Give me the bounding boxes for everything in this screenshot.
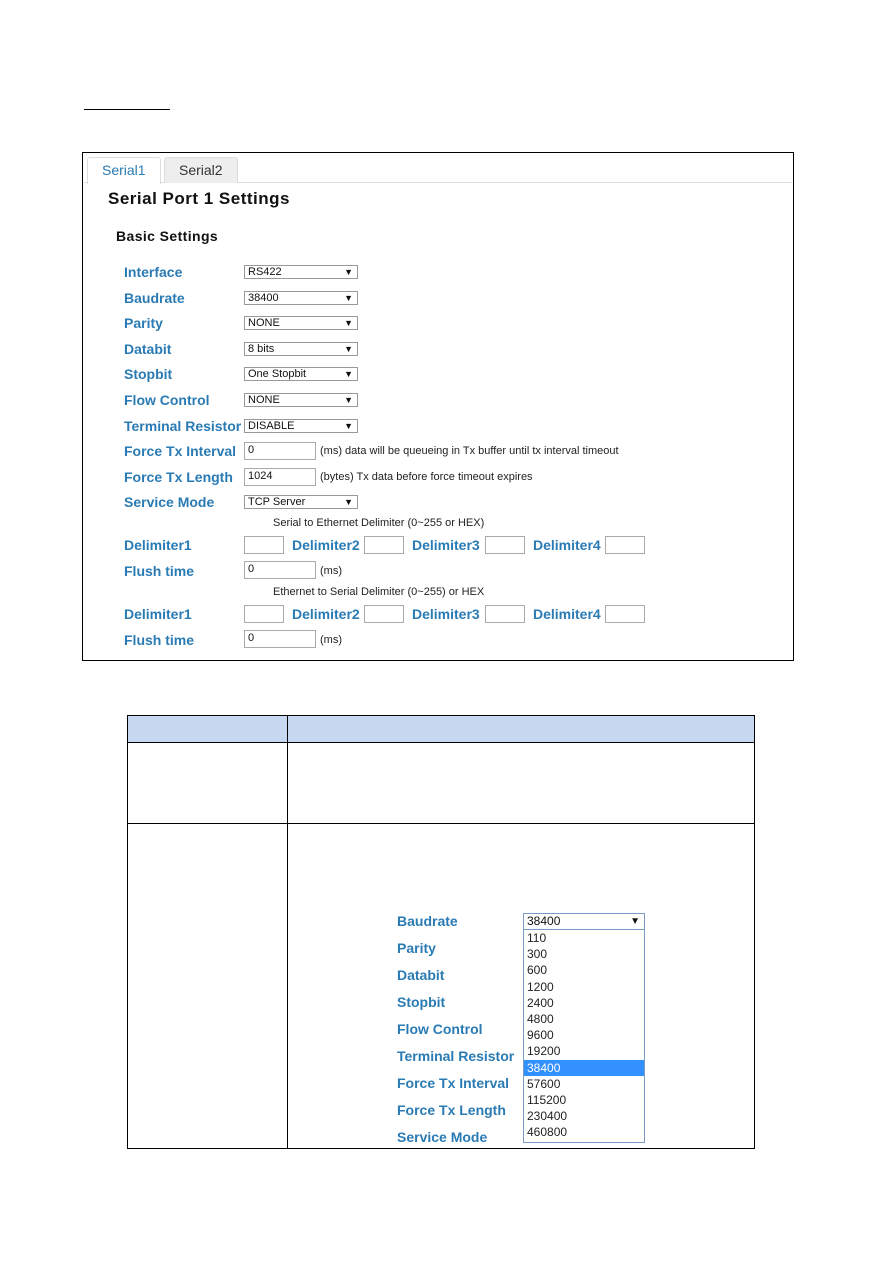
databit-select[interactable]: 8 bits ▼: [244, 341, 358, 356]
flush-time-input[interactable]: 0: [244, 561, 316, 579]
select-value: 38400: [248, 291, 279, 304]
field-label: Stopbit: [124, 366, 173, 383]
dropdown-option[interactable]: 110: [524, 930, 644, 946]
delimiter-label: Delimiter1: [124, 537, 192, 553]
interface-select[interactable]: RS422 ▼: [244, 265, 358, 279]
dropdown-option[interactable]: 115200: [524, 1092, 644, 1108]
delimiter-input[interactable]: [605, 536, 645, 554]
delimiter-input[interactable]: [244, 605, 284, 623]
header-cell: [127, 715, 288, 743]
page-title: Serial Port 1 Settings: [108, 189, 290, 208]
cell: [127, 823, 288, 1149]
baudrate-dropdown-list[interactable]: 110 300 600 1200 2400 4800 9600 19200 38400 57600…: [523, 929, 645, 1143]
field-label: Force Tx Length: [124, 468, 233, 485]
cell: [287, 742, 755, 824]
inset-label: Flow Control: [397, 1021, 483, 1037]
delimiter-input[interactable]: [244, 536, 284, 554]
dropdown-option[interactable]: 460800: [524, 1124, 644, 1140]
inset-label: Force Tx Length: [397, 1102, 506, 1118]
flush-time-label: Flush time: [124, 563, 195, 579]
force-tx-length-input[interactable]: 1024: [244, 467, 316, 486]
header-cell: [287, 715, 755, 743]
select-value: 38400: [527, 914, 561, 928]
parity-select[interactable]: NONE ▼: [244, 316, 358, 331]
flush-time-input[interactable]: 0: [244, 630, 316, 648]
chevron-down-icon: ▼: [344, 497, 353, 508]
field-label: Flow Control: [124, 392, 210, 408]
baudrate-select[interactable]: 38400 ▼: [244, 290, 358, 305]
delimiter-label: Delimiter2: [292, 537, 360, 553]
delimiter-input[interactable]: [364, 605, 404, 623]
select-value: NONE: [248, 317, 280, 330]
dropdown-option[interactable]: 1200: [524, 979, 644, 995]
select-value: DISABLE: [248, 419, 295, 432]
field-label: Parity: [124, 315, 163, 332]
field-label: Force Tx Interval: [124, 443, 237, 460]
inset-label: Stopbit: [397, 994, 446, 1010]
inset-label: Baudrate: [397, 913, 458, 929]
field-label: Interface: [124, 264, 183, 280]
dropdown-option[interactable]: 2400: [524, 995, 644, 1011]
field-note: (bytes) Tx data before force timeout exp…: [320, 470, 533, 483]
heading-underline: [84, 109, 170, 110]
delimiter-label: Delimiter1: [124, 606, 192, 622]
delimiter-label: Delimiter4: [533, 537, 601, 553]
select-value: NONE: [248, 394, 280, 406]
chevron-down-icon: ▼: [344, 292, 353, 303]
select-value: TCP Server: [248, 496, 306, 509]
flow-control-select[interactable]: NONE ▼: [244, 393, 358, 407]
chevron-down-icon: ▼: [344, 420, 353, 431]
dropdown-option[interactable]: 230400: [524, 1108, 644, 1124]
chevron-down-icon: ▼: [630, 916, 640, 927]
delimiter-input[interactable]: [605, 605, 645, 623]
inset-label: Databit: [397, 967, 445, 983]
select-value: RS422: [248, 266, 282, 278]
inset-baudrate-select[interactable]: 38400 ▼: [523, 913, 645, 930]
stopbit-select[interactable]: One Stopbit ▼: [244, 367, 358, 382]
dropdown-option[interactable]: 57600: [524, 1076, 644, 1092]
flush-time-unit: (ms): [320, 634, 342, 646]
inset-label: Force Tx Interval: [397, 1075, 510, 1091]
delimiter-input[interactable]: [485, 605, 525, 623]
inset-label: Terminal Resistor: [397, 1048, 515, 1064]
delimiter-heading: Ethernet to Serial Delimiter (0~255) or …: [273, 586, 485, 598]
chevron-down-icon: ▼: [344, 318, 353, 329]
delimiter-label: Delimiter3: [412, 606, 480, 622]
inset-label: Parity: [397, 940, 436, 956]
delimiter-heading: Serial to Ethernet Delimiter (0~255 or H…: [273, 517, 485, 529]
service-mode-select[interactable]: TCP Server ▼: [244, 495, 358, 510]
tab-serial1[interactable]: Serial1: [87, 157, 161, 184]
inset-label: Service Mode: [397, 1129, 488, 1145]
chevron-down-icon: ▼: [344, 267, 353, 277]
dropdown-option[interactable]: 38400: [524, 1059, 644, 1076]
cell: [287, 823, 755, 1149]
delimiter-label: Delimiter3: [412, 537, 480, 553]
force-tx-interval-input[interactable]: 0: [244, 442, 316, 461]
select-value: One Stopbit: [248, 368, 307, 381]
flush-time-label: Flush time: [124, 632, 195, 648]
field-label: Service Mode: [124, 494, 215, 511]
chevron-down-icon: ▼: [344, 395, 353, 405]
field-label: Terminal Resistor: [124, 417, 242, 434]
chevron-down-icon: ▼: [344, 343, 353, 354]
dropdown-option[interactable]: 19200: [524, 1043, 644, 1059]
tab-serial2[interactable]: Serial2: [164, 157, 238, 183]
dropdown-option[interactable]: 300: [524, 946, 644, 962]
section-title: Basic Settings: [116, 228, 219, 244]
delimiter-input[interactable]: [364, 536, 404, 554]
delimiter-label: Delimiter4: [533, 606, 601, 622]
field-note: (ms) data will be queueing in Tx buffer …: [320, 445, 619, 458]
select-value: 8 bits: [248, 342, 275, 355]
chevron-down-icon: ▼: [344, 369, 353, 380]
delimiter-input[interactable]: [485, 536, 525, 554]
flush-time-unit: (ms): [320, 565, 342, 577]
dropdown-option[interactable]: 4800: [524, 1011, 644, 1027]
delimiter-label: Delimiter2: [292, 606, 360, 622]
dropdown-option[interactable]: 600: [524, 962, 644, 978]
cell: [127, 742, 288, 824]
terminal-resistor-select[interactable]: DISABLE ▼: [244, 418, 358, 433]
field-label: Baudrate: [124, 289, 185, 306]
field-label: Databit: [124, 340, 172, 357]
dropdown-option[interactable]: 9600: [524, 1027, 644, 1043]
